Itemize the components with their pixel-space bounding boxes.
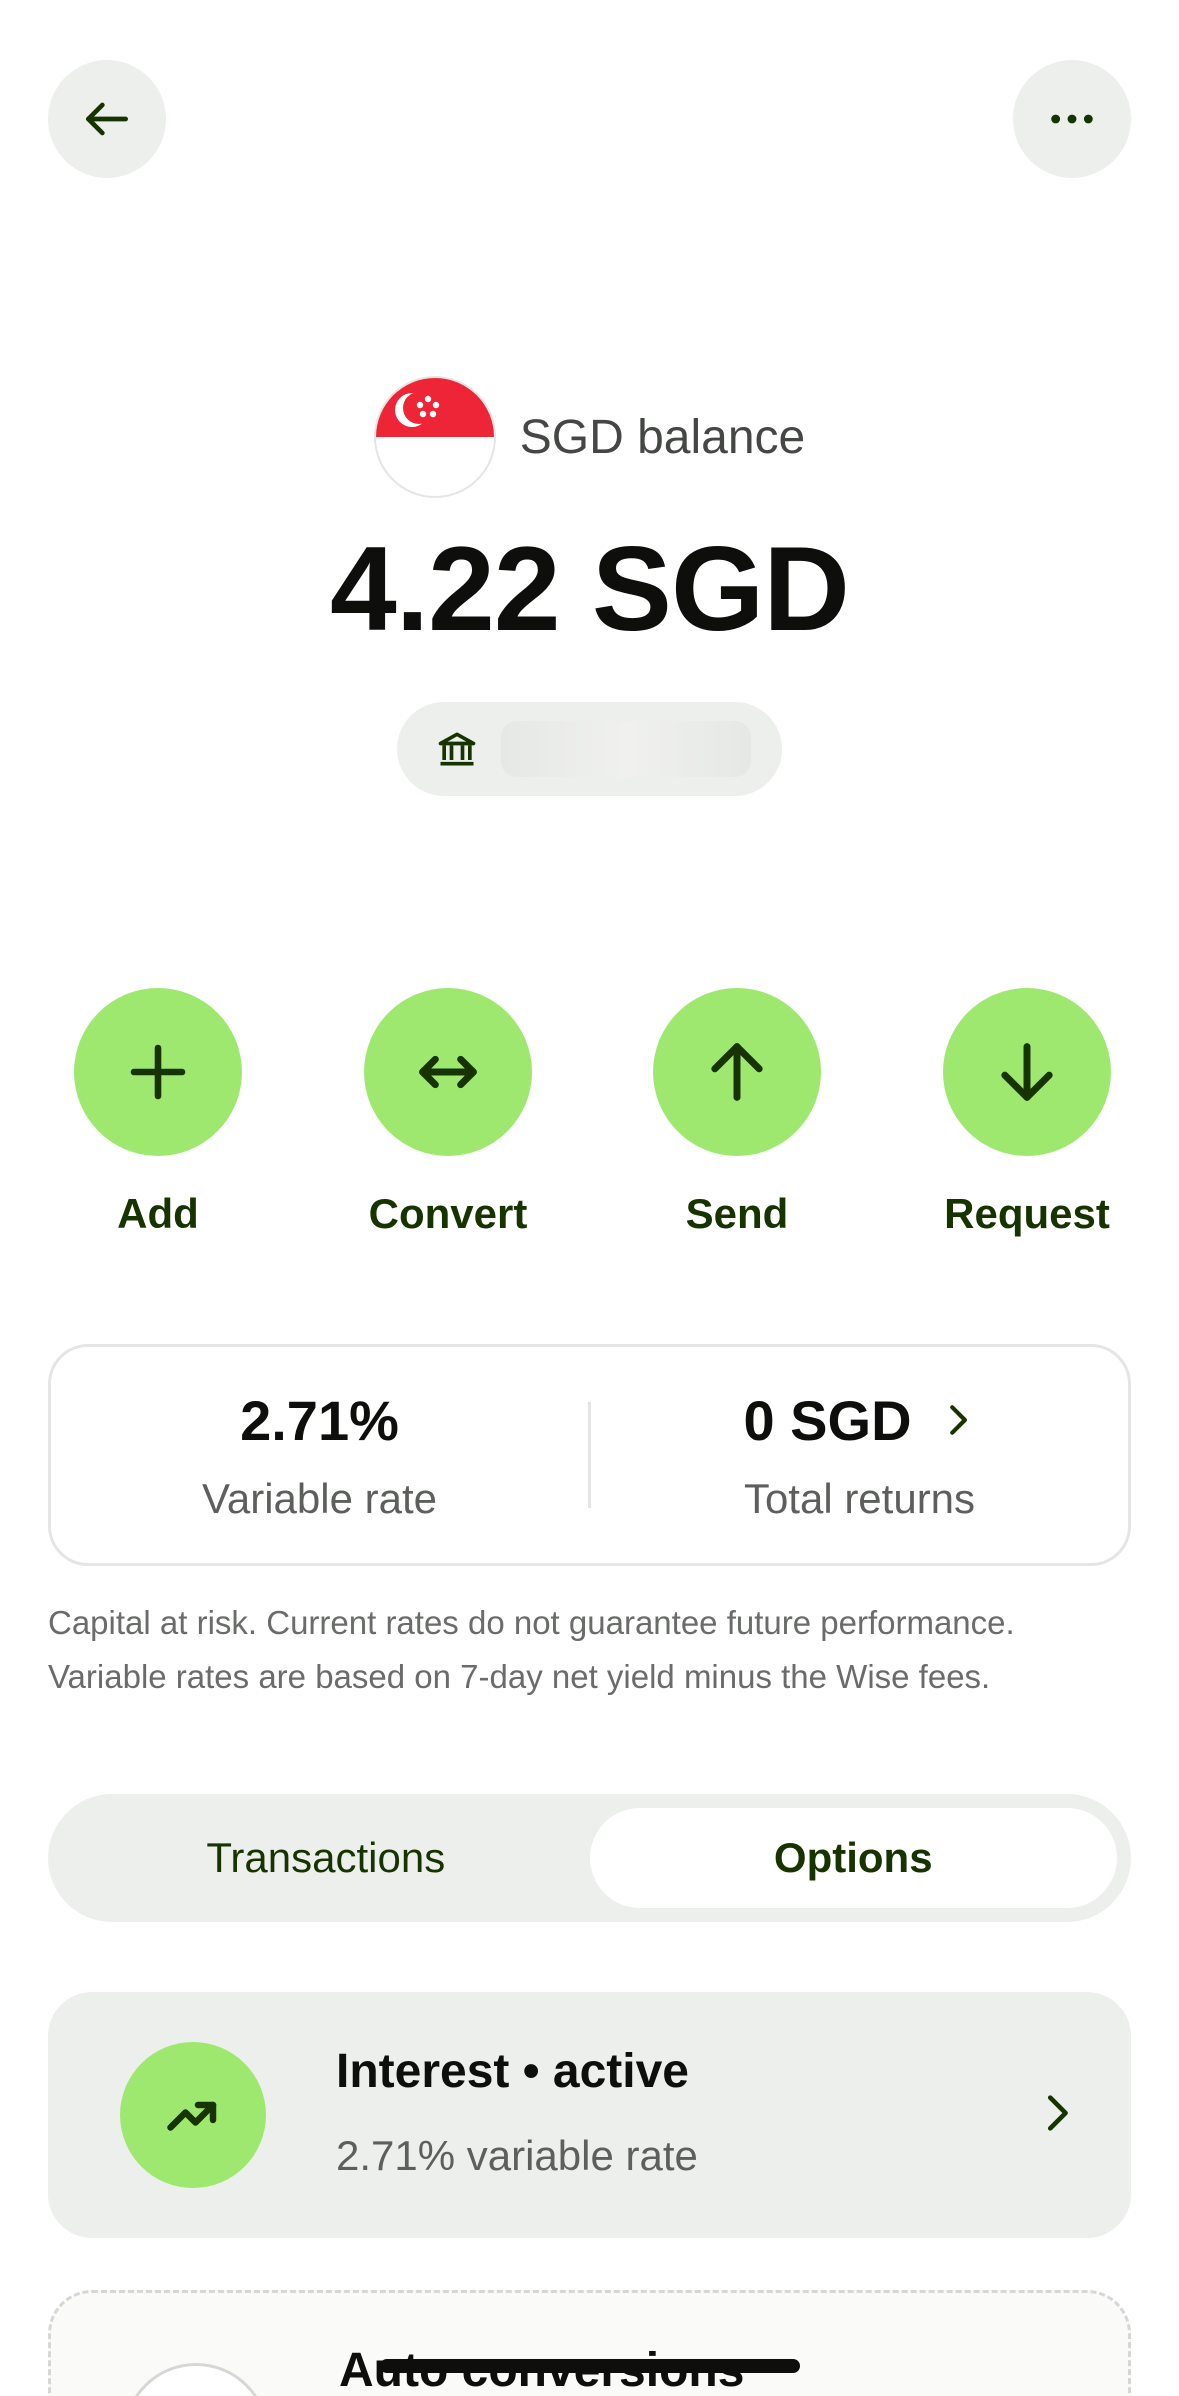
convert-button[interactable]: Convert — [348, 988, 548, 1238]
convert-arrows-icon — [419, 1055, 477, 1089]
interest-stats-card: 2.71% Variable rate 0 SGD Total returns — [48, 1344, 1131, 1566]
disclaimer-line-2: Variable rates are based on 7-day net yi… — [48, 1658, 991, 1695]
interest-icon-circle — [120, 2042, 266, 2188]
interest-option-title: Interest • active — [336, 2045, 689, 2098]
home-indicator[interactable] — [380, 2359, 800, 2373]
tab-options[interactable]: Options — [589, 1808, 1117, 1908]
auto-conversions-icon-circle — [123, 2363, 269, 2396]
interest-option-subtitle: 2.71% variable rate — [336, 2132, 698, 2179]
view-segmented-control: Transactions Options — [48, 1794, 1131, 1922]
variable-rate-value: 2.71% — [240, 1388, 399, 1452]
trending-up-icon — [167, 2101, 217, 2131]
add-circle — [74, 988, 242, 1156]
add-label: Add — [117, 1190, 199, 1237]
send-button[interactable]: Send — [637, 988, 837, 1238]
balance-amount: 4.22 SGD — [330, 522, 850, 656]
total-returns-stat[interactable]: 0 SGD Total returns — [591, 1388, 1128, 1523]
chevron-right-icon — [949, 1405, 967, 1435]
add-button[interactable]: Add — [58, 988, 258, 1238]
request-label: Request — [944, 1190, 1110, 1237]
convert-label: Convert — [368, 1190, 528, 1237]
variable-rate-label: Variable rate — [201, 1474, 438, 1522]
tab-transactions[interactable]: Transactions — [62, 1808, 590, 1908]
plus-icon — [130, 1044, 186, 1100]
risk-disclaimer: Capital at risk. Current rates do not gu… — [48, 1596, 1148, 1704]
arrow-down-icon — [1001, 1043, 1053, 1101]
total-returns-value: 0 SGD — [743, 1388, 912, 1452]
more-button[interactable] — [1013, 60, 1131, 178]
singapore-flag-icon — [373, 376, 496, 498]
balance-label: SGD balance — [519, 410, 806, 464]
more-horizontal-icon — [1051, 114, 1093, 124]
send-label: Send — [685, 1190, 789, 1237]
bank-icon — [438, 732, 476, 766]
request-circle — [943, 988, 1111, 1156]
total-returns-label: Total returns — [743, 1474, 976, 1522]
balance-screen: SGD balance 4.22 SGD Add Convert Send Re… — [0, 0, 1179, 2396]
interest-option-row[interactable]: Interest • active 2.71% variable rate — [48, 1992, 1131, 2238]
arrow-up-icon — [711, 1043, 763, 1101]
disclaimer-line-1: Capital at risk. Current rates do not gu… — [48, 1604, 1015, 1641]
back-button[interactable] — [48, 60, 166, 178]
account-details-pill[interactable] — [397, 702, 782, 796]
auto-conversions-option-row[interactable]: Auto conversions — [48, 2290, 1131, 2396]
balance-header: SGD balance — [0, 376, 1179, 498]
convert-circle — [364, 988, 532, 1156]
request-button[interactable]: Request — [927, 988, 1127, 1238]
account-number-redacted — [501, 721, 751, 777]
variable-rate-stat: 2.71% Variable rate — [51, 1388, 588, 1523]
send-circle — [653, 988, 821, 1156]
chevron-right-icon — [1047, 2095, 1068, 2131]
arrow-left-icon — [86, 102, 128, 136]
